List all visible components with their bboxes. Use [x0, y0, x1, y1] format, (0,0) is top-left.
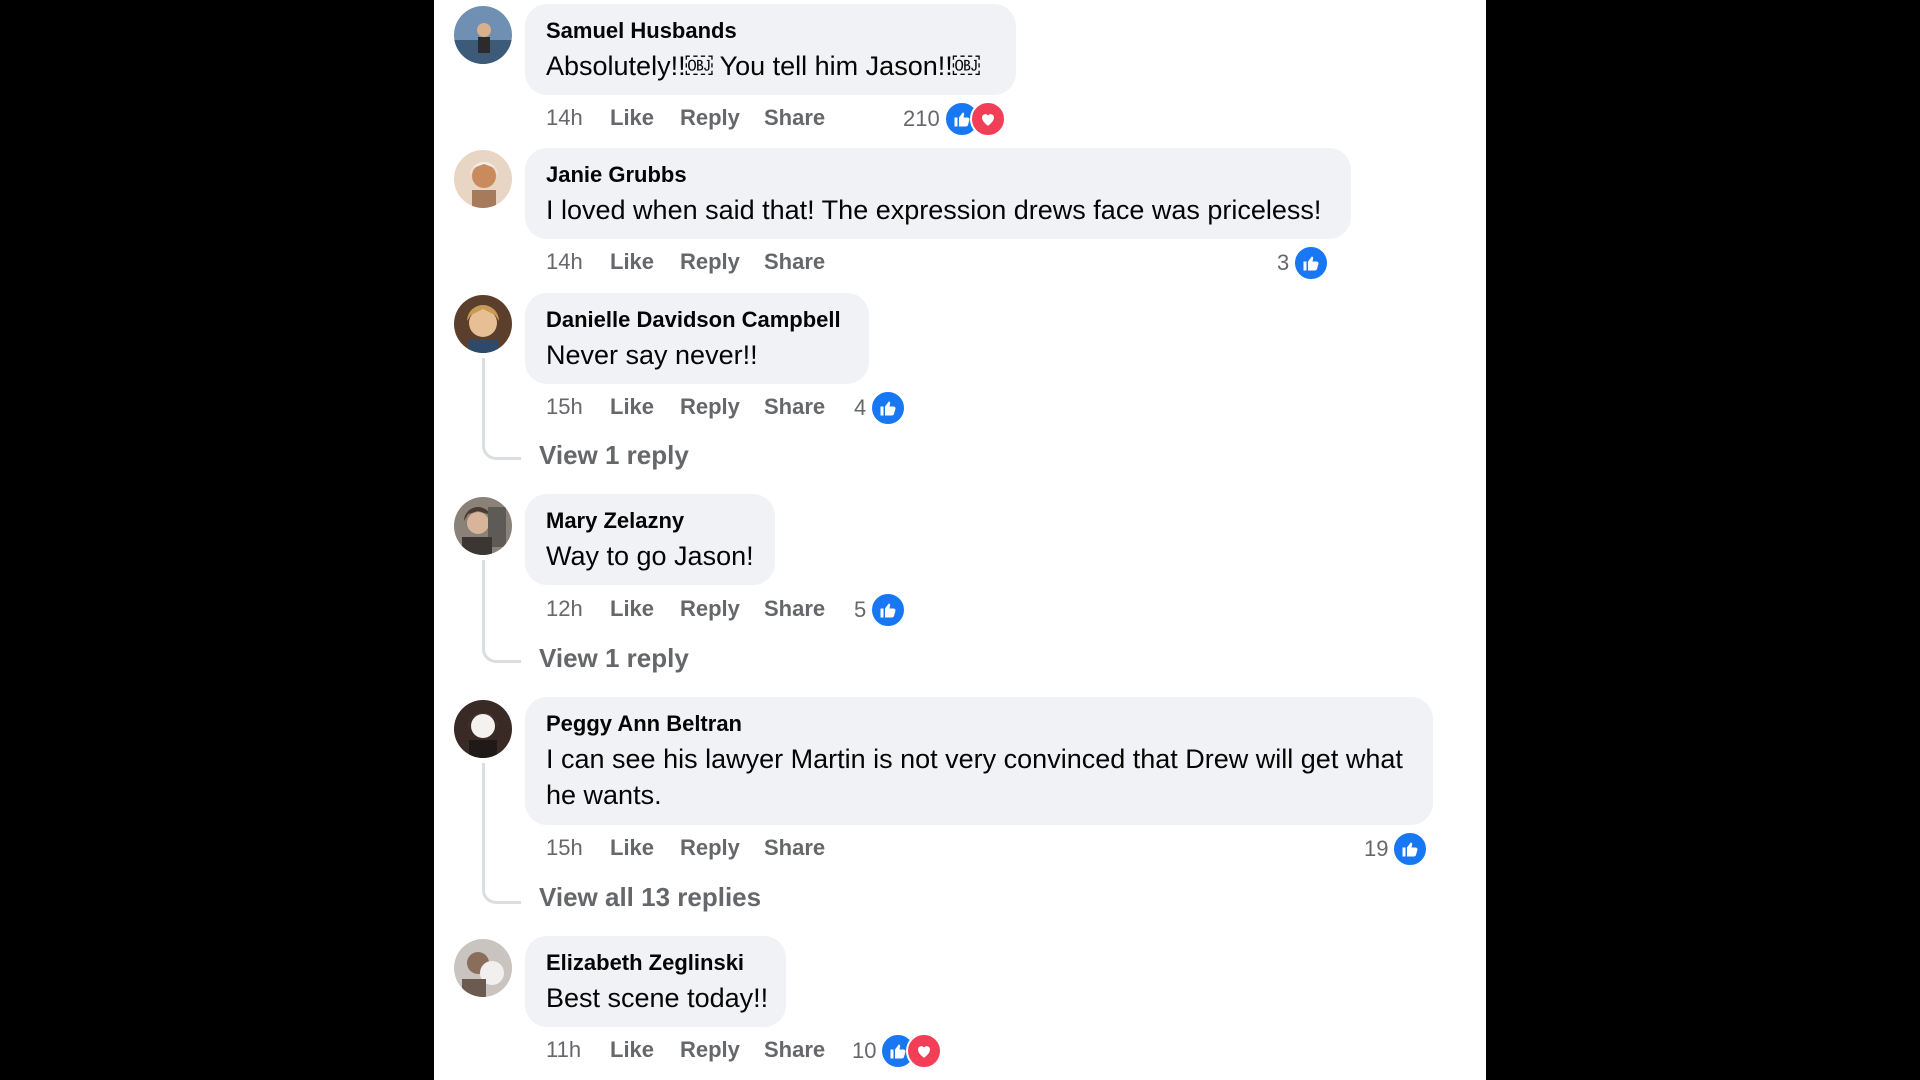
comment-bubble: Mary Zelazny Way to go Jason!	[525, 494, 775, 585]
reply-thread-line	[482, 763, 521, 904]
heart-icon	[906, 1033, 943, 1069]
like-button[interactable]: Like	[610, 249, 680, 275]
thumbs-up-icon	[1293, 245, 1330, 281]
comment-text: Never say never!!	[546, 340, 758, 370]
share-button[interactable]: Share	[764, 596, 844, 622]
reply-button[interactable]: Reply	[680, 249, 764, 275]
reaction-summary[interactable]: 19	[1364, 831, 1429, 867]
comment-actions: 15h Like Reply Share	[546, 832, 844, 864]
comment-timestamp[interactable]: 15h	[546, 835, 610, 861]
comment-author[interactable]: Janie Grubbs	[546, 162, 1330, 188]
comment-bubble: Samuel Husbands Absolutely!!￼ You tell h…	[525, 4, 1016, 95]
like-button[interactable]: Like	[610, 1037, 680, 1063]
comment-author[interactable]: Danielle Davidson Campbell	[546, 307, 848, 333]
share-button[interactable]: Share	[764, 105, 844, 131]
like-button[interactable]: Like	[610, 596, 680, 622]
comment-text: Best scene today!!	[546, 983, 769, 1013]
comments-panel: Samuel Husbands Absolutely!!￼ You tell h…	[434, 0, 1486, 1080]
thumbs-up-icon	[1392, 831, 1429, 867]
comment-text: I loved when said that! The expression d…	[546, 195, 1322, 225]
reaction-count: 4	[854, 395, 867, 420]
share-button[interactable]: Share	[764, 249, 844, 275]
reaction-summary[interactable]: 210	[903, 101, 1006, 137]
comment-actions: 15h Like Reply Share	[546, 391, 844, 423]
reaction-summary[interactable]: 3	[1277, 245, 1330, 281]
reaction-count: 3	[1277, 250, 1290, 275]
comment-bubble: Janie Grubbs I loved when said that! The…	[525, 148, 1351, 239]
reply-thread-line	[482, 358, 521, 460]
comment-timestamp[interactable]: 14h	[546, 105, 610, 131]
like-button[interactable]: Like	[610, 105, 680, 131]
avatar[interactable]	[454, 6, 512, 64]
reply-button[interactable]: Reply	[680, 596, 764, 622]
reply-button[interactable]: Reply	[680, 835, 764, 861]
avatar[interactable]	[454, 939, 512, 997]
reaction-count: 5	[854, 597, 867, 622]
comment-author[interactable]: Samuel Husbands	[546, 18, 995, 44]
reply-button[interactable]: Reply	[680, 394, 764, 420]
heart-icon	[969, 101, 1006, 137]
avatar[interactable]	[454, 295, 512, 353]
comment-timestamp[interactable]: 14h	[546, 249, 610, 275]
comment-actions: 12h Like Reply Share	[546, 593, 844, 625]
share-button[interactable]: Share	[764, 835, 844, 861]
thumbs-up-icon	[870, 592, 907, 628]
reply-button[interactable]: Reply	[680, 105, 764, 131]
avatar[interactable]	[454, 700, 512, 758]
comment-timestamp[interactable]: 11h	[546, 1037, 610, 1063]
reaction-summary[interactable]: 5	[854, 592, 907, 628]
reply-thread-line	[482, 560, 521, 663]
comment-timestamp[interactable]: 12h	[546, 596, 610, 622]
comment-text: I can see his lawyer Martin is not very …	[546, 744, 1403, 810]
reaction-count: 19	[1364, 836, 1389, 861]
view-replies-link[interactable]: View 1 reply	[539, 440, 689, 471]
like-button[interactable]: Like	[610, 394, 680, 420]
comment-timestamp[interactable]: 15h	[546, 394, 610, 420]
thumbs-up-icon	[870, 390, 907, 426]
reaction-summary[interactable]: 4	[854, 390, 907, 426]
comment-text: Way to go Jason!	[546, 541, 754, 571]
avatar[interactable]	[454, 150, 512, 208]
comment-actions: 14h Like Reply Share	[546, 102, 844, 134]
like-button[interactable]: Like	[610, 835, 680, 861]
comment-bubble: Elizabeth Zeglinski Best scene today!!	[525, 936, 786, 1027]
reaction-summary[interactable]: 10	[852, 1033, 943, 1069]
comment-author[interactable]: Mary Zelazny	[546, 508, 754, 534]
comment-text: Absolutely!!￼ You tell him Jason!!￼	[546, 51, 980, 81]
comment-author[interactable]: Peggy Ann Beltran	[546, 711, 1412, 737]
comment-actions: 14h Like Reply Share	[546, 246, 844, 278]
comment-bubble: Peggy Ann Beltran I can see his lawyer M…	[525, 697, 1433, 825]
view-replies-link[interactable]: View all 13 replies	[539, 882, 761, 913]
reaction-count: 10	[852, 1038, 877, 1063]
comment-bubble: Danielle Davidson Campbell Never say nev…	[525, 293, 869, 384]
reaction-count: 210	[903, 106, 940, 131]
comment-author[interactable]: Elizabeth Zeglinski	[546, 950, 765, 976]
comment-actions: 11h Like Reply Share	[546, 1034, 844, 1066]
reply-button[interactable]: Reply	[680, 1037, 764, 1063]
share-button[interactable]: Share	[764, 394, 844, 420]
share-button[interactable]: Share	[764, 1037, 844, 1063]
view-replies-link[interactable]: View 1 reply	[539, 643, 689, 674]
avatar[interactable]	[454, 497, 512, 555]
